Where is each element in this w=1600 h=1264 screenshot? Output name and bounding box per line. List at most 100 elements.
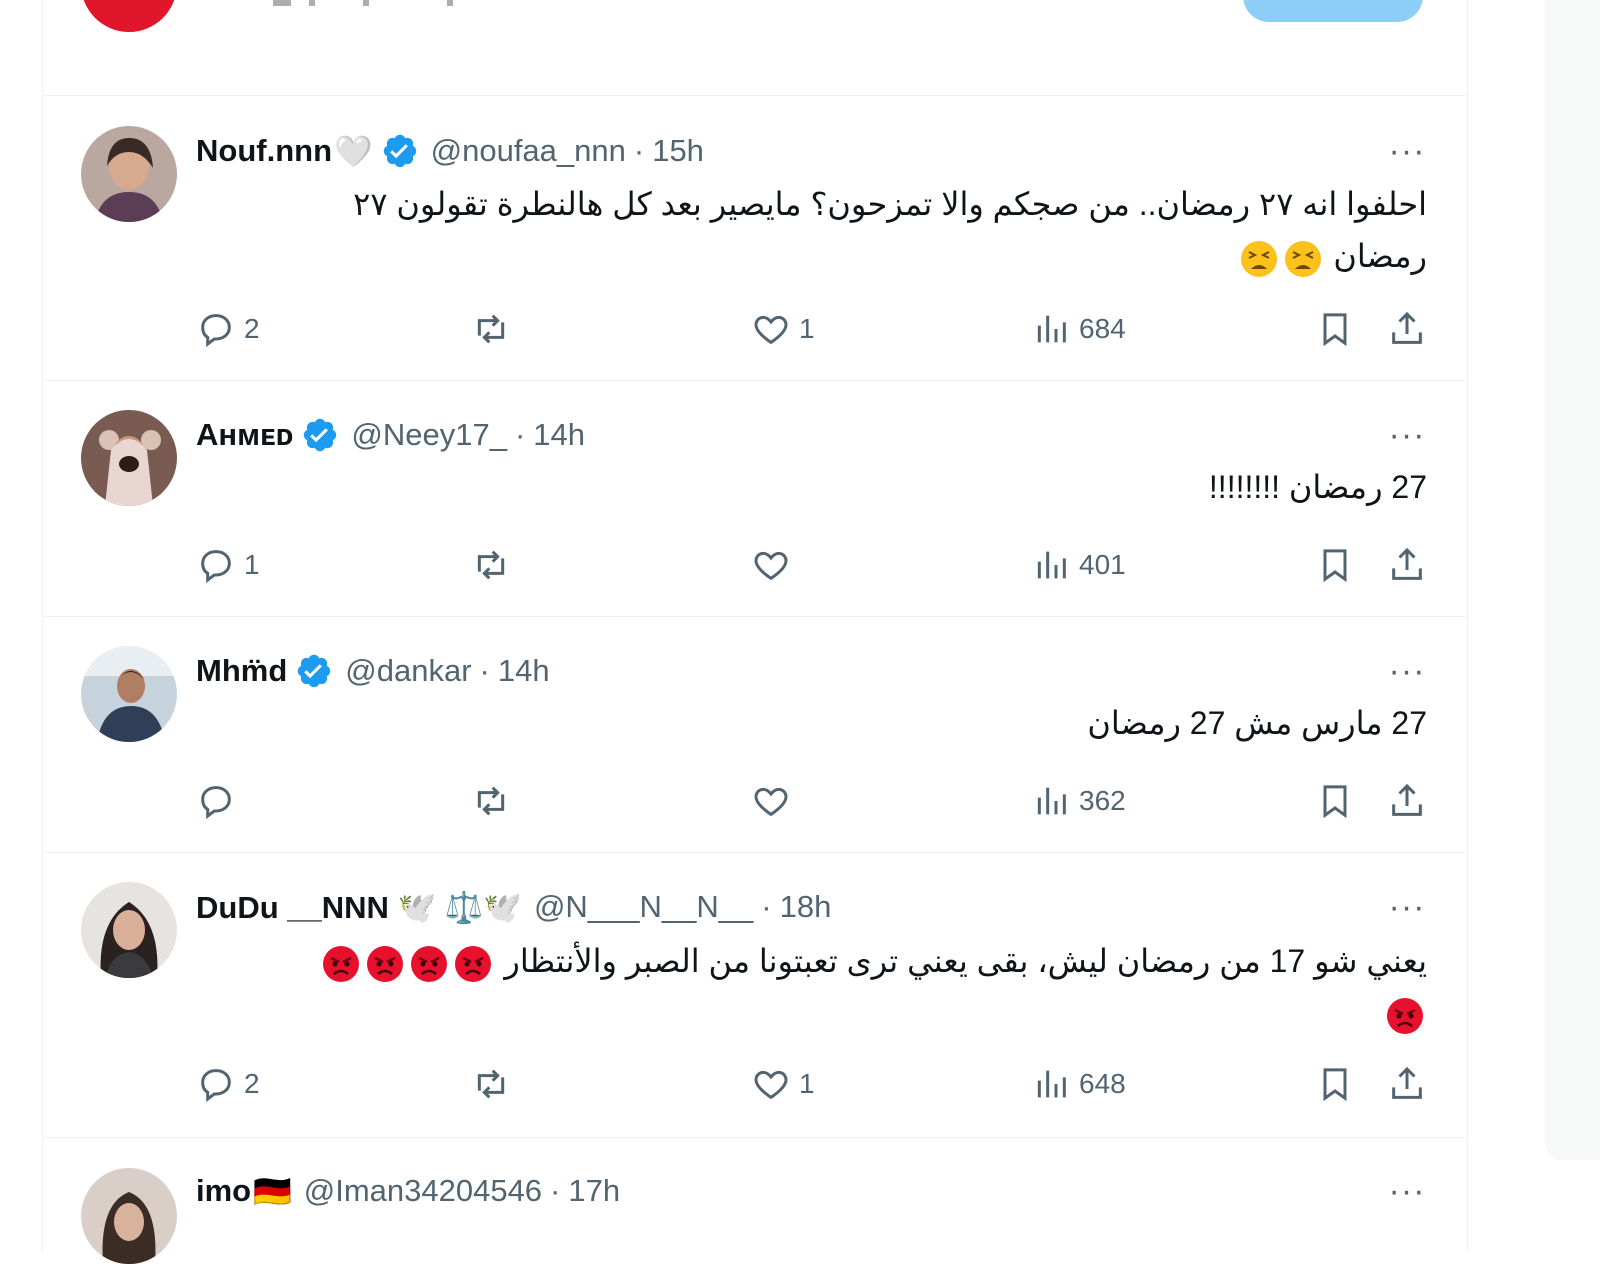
display-name[interactable]: Nouf.nnn — [196, 133, 332, 169]
flag-icon: 🇩🇪 — [253, 1173, 292, 1209]
reply-button[interactable]: 2 — [196, 304, 260, 354]
avatar[interactable] — [81, 882, 177, 978]
verified-icon — [301, 416, 339, 454]
previous-post-stub — [43, 0, 1467, 96]
avatar[interactable] — [81, 646, 177, 742]
name-emoji: 🤍 — [334, 133, 373, 169]
tweet-actions: 2 1 648 — [196, 1059, 1427, 1109]
separator: · — [633, 133, 645, 168]
views-button[interactable]: 648 — [1031, 1059, 1126, 1109]
bookmark-button[interactable] — [1315, 540, 1355, 590]
more-icon[interactable]: ··· — [1387, 415, 1427, 455]
angry-face-icon — [1387, 997, 1423, 1034]
tweet[interactable]: Nouf.nnn 🤍 @noufaa_nnn · 15h ··· احلفوا … — [43, 96, 1467, 381]
more-icon[interactable]: ··· — [1387, 1171, 1427, 1211]
reply-button[interactable]: 1 — [196, 540, 260, 590]
share-button[interactable] — [1387, 304, 1427, 354]
heart-icon — [754, 1070, 788, 1100]
timestamp[interactable]: 18h — [780, 889, 832, 925]
share-icon — [1392, 311, 1422, 344]
like-count: 1 — [799, 313, 815, 344]
share-button[interactable] — [1387, 540, 1427, 590]
retweet-button[interactable] — [471, 1059, 511, 1109]
display-name[interactable]: imo — [196, 1173, 251, 1209]
views-button[interactable]: 362 — [1031, 776, 1126, 826]
timestamp[interactable]: 14h — [533, 417, 585, 453]
retweet-button[interactable] — [471, 776, 511, 826]
retweet-button[interactable] — [471, 540, 511, 590]
more-icon[interactable]: ··· — [1387, 651, 1427, 691]
display-name[interactable]: Mhm̈d — [196, 653, 287, 689]
reply-icon — [201, 786, 231, 819]
tweet-actions: 2 1 684 — [196, 304, 1427, 354]
like-button[interactable]: 1 — [751, 304, 815, 354]
tweet-text: 27 مارس مش 27 رمضان — [196, 697, 1427, 749]
bookmark-button[interactable] — [1315, 1059, 1355, 1109]
like-button[interactable] — [751, 540, 791, 590]
reply-icon — [201, 1069, 231, 1102]
display-name[interactable]: DuDu __NNN 🕊️ ⚖️🕊️ — [196, 889, 522, 926]
timestamp[interactable]: 14h — [498, 653, 550, 689]
view-count: 648 — [1079, 1068, 1126, 1099]
avatar[interactable] — [81, 0, 177, 32]
tweet-actions: 1 401 — [196, 540, 1427, 590]
tweet-text-word: يعني شو 17 من رمضان ليش، بقى يعني ترى تع… — [504, 943, 1427, 979]
bookmark-button[interactable] — [1315, 776, 1355, 826]
like-button[interactable] — [751, 776, 791, 826]
share-button[interactable] — [1387, 1059, 1427, 1109]
handle[interactable]: @Iman34204546 — [304, 1173, 542, 1209]
tweet-text: 27 رمضان !!!!!!!! — [196, 461, 1427, 513]
angry-face-icon — [455, 945, 492, 982]
views-button[interactable]: 684 — [1031, 304, 1126, 354]
bookmark-icon — [1323, 549, 1347, 583]
heart-icon — [754, 551, 788, 581]
tweet[interactable]: imo 🇩🇪 @Iman34204546 · 17h ··· — [43, 1138, 1467, 1264]
handle[interactable]: @N___N__N__ — [534, 889, 753, 925]
share-icon — [1392, 783, 1422, 816]
more-icon[interactable]: ··· — [1387, 131, 1427, 171]
avatar[interactable] — [81, 410, 177, 506]
tweet-text-line: رمضان — [196, 230, 1427, 282]
retweet-button[interactable] — [471, 304, 511, 354]
avatar[interactable] — [81, 126, 177, 222]
bookmark-button[interactable] — [1315, 304, 1355, 354]
like-button[interactable]: 1 — [751, 1059, 815, 1109]
retweet-icon — [477, 314, 505, 344]
bookmark-icon — [1323, 1068, 1347, 1102]
timeline: Nouf.nnn 🤍 @noufaa_nnn · 15h ··· احلفوا … — [42, 0, 1468, 1264]
views-button[interactable]: 401 — [1031, 540, 1126, 590]
reply-button[interactable]: 2 — [196, 1059, 260, 1109]
avatar[interactable] — [81, 1168, 177, 1264]
heart-icon — [754, 315, 788, 345]
right-sidebar-panel — [1545, 0, 1600, 1160]
more-icon[interactable]: ··· — [1387, 887, 1427, 927]
tweet[interactable]: DuDu __NNN 🕊️ ⚖️🕊️ @N___N__N__ · 18h ···… — [43, 853, 1467, 1138]
handle[interactable]: @dankar — [345, 653, 471, 689]
reply-icon — [201, 550, 231, 583]
tweet-text-line: 27 رمضان !!!!!!!! — [1208, 469, 1427, 505]
tweet[interactable]: Aʜᴍᴇᴅ @Neey17_ · 14h ··· 27 رمضان !!!!!!… — [43, 381, 1467, 617]
reply-button[interactable] — [196, 776, 236, 826]
tweet-text-line: احلفوا انه ٢٧ رمضان.. من صجكم والا تمزحو… — [353, 186, 1427, 222]
share-icon — [1392, 1066, 1422, 1099]
reply-icon — [201, 314, 231, 347]
heart-icon — [754, 787, 788, 817]
share-button[interactable] — [1387, 776, 1427, 826]
tweet-text-word: رمضان — [1333, 238, 1427, 274]
reply-count: 2 — [244, 1068, 260, 1099]
handle[interactable]: @Neey17_ — [351, 417, 507, 453]
verified-icon — [295, 652, 333, 690]
share-icon — [1392, 547, 1422, 580]
bookmark-icon — [1323, 785, 1347, 819]
follow-button[interactable] — [1243, 0, 1423, 22]
view-count: 684 — [1079, 313, 1126, 344]
timestamp[interactable]: 17h — [568, 1173, 620, 1209]
handle[interactable]: @noufaa_nnn — [431, 133, 626, 169]
angry-face-icon — [323, 945, 360, 982]
retweet-icon — [477, 1069, 505, 1099]
tweet-text: يعني شو 17 من رمضان ليش، بقى يعني ترى تع… — [196, 935, 1427, 1039]
timestamp[interactable]: 15h — [652, 133, 704, 169]
display-name[interactable]: Aʜᴍᴇᴅ — [196, 417, 293, 453]
view-count: 362 — [1079, 785, 1126, 816]
tweet[interactable]: Mhm̈d @dankar · 14h ··· 27 مارس مش 27 رم… — [43, 617, 1467, 853]
